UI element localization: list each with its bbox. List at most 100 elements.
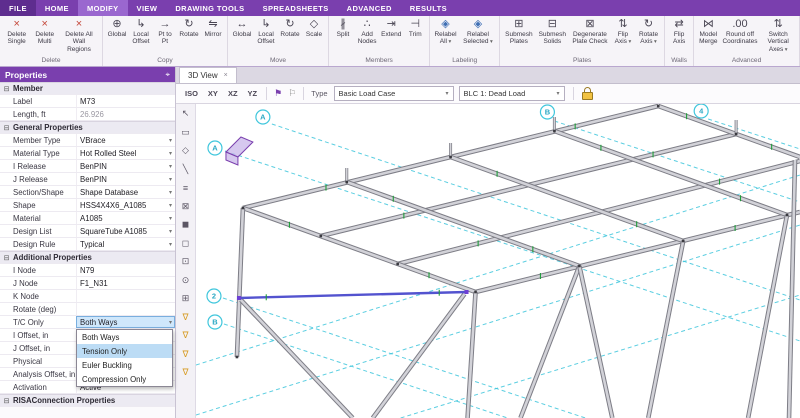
filter-walls[interactable]: ∇	[178, 347, 193, 362]
property-value-shape[interactable]: HSS4X4X6_A1085▾	[76, 199, 175, 211]
section-header-member[interactable]: ⊟Member	[0, 82, 175, 95]
unselect-all[interactable]: ◻	[178, 236, 193, 251]
section-expander-icon[interactable]: ⊟	[0, 397, 13, 405]
line-select[interactable]: ╲	[178, 162, 193, 177]
loads-display-flag-icon[interactable]: ⚑	[272, 88, 284, 99]
pin-icon[interactable]: ⌖	[165, 70, 170, 80]
property-value-material-type[interactable]: Hot Rolled Steel▾	[76, 147, 175, 159]
delete-single-button[interactable]: ×Delete Single	[2, 17, 31, 47]
rotate-axis-button[interactable]: ↻Rotate Axis ▾	[635, 17, 662, 47]
dropdown-caret-icon[interactable]: ▾	[169, 228, 175, 235]
ribbon-tab-advanced[interactable]: ADVANCED	[338, 0, 401, 16]
degenerate-plate-check-button[interactable]: ⊠Degenerate Plate Check	[569, 17, 611, 47]
property-value-design-list[interactable]: SquareTube A1085▾	[76, 225, 175, 237]
dropdown-caret-icon[interactable]: ▾	[169, 189, 175, 196]
section-expander-icon[interactable]: ⊟	[0, 124, 13, 132]
select-marked-lines[interactable]: ⊡	[178, 254, 193, 269]
flip-axis-button[interactable]: ⇄Flip Axis	[667, 17, 691, 47]
property-value-j-release[interactable]: BenPIN▾	[76, 173, 175, 185]
add-nodes-button[interactable]: ∴Add Nodes	[355, 17, 379, 47]
property-value-rotate-deg[interactable]	[76, 303, 175, 315]
box-select[interactable]: ▭	[178, 125, 193, 140]
filter-solids[interactable]: ∇	[178, 365, 193, 380]
dropdown-caret-icon[interactable]: ▾	[169, 202, 175, 209]
relabel-all-button[interactable]: ◈Relabel All ▾	[432, 17, 459, 47]
flip-axis-button[interactable]: ⇅Flip Axis ▾	[611, 17, 635, 47]
dropdown-option-tension-only[interactable]: Tension Only	[77, 344, 172, 358]
split-button[interactable]: ∦Split	[331, 17, 355, 39]
blc-combo[interactable]: BLC 1: Dead Load▾	[459, 86, 565, 101]
tab-3d-view[interactable]: 3D View ×	[179, 67, 237, 83]
extend-button[interactable]: ⇥Extend	[379, 17, 403, 39]
property-value-material[interactable]: A1085▾	[76, 212, 175, 224]
dropdown-caret-icon[interactable]: ▾	[169, 137, 175, 144]
property-value-k-node[interactable]	[76, 290, 175, 302]
dropdown-option-both-ways[interactable]: Both Ways	[77, 330, 172, 344]
property-value-i-node[interactable]: N79	[76, 264, 175, 276]
loads-outline-flag-icon[interactable]: ⚐	[286, 88, 298, 99]
dropdown-caret-icon[interactable]: ▾	[169, 176, 175, 183]
mirror-button[interactable]: ⇋Mirror	[201, 17, 225, 39]
model-scene[interactable]: AB4A2B	[196, 104, 800, 418]
dropdown-caret-icon[interactable]: ▾	[169, 319, 175, 326]
pt-to-pt-button[interactable]: →Pt to Pt	[153, 17, 177, 47]
section-header-risaconnection-properties[interactable]: ⊟RISAConnection Properties	[0, 394, 175, 407]
ribbon-tab-file[interactable]: FILE	[0, 0, 36, 16]
ribbon-tab-results[interactable]: RESULTS	[401, 0, 456, 16]
view-button-yz[interactable]: YZ	[244, 87, 262, 100]
rotate-button[interactable]: ↻Rotate	[278, 17, 302, 39]
section-expander-icon[interactable]: ⊟	[0, 254, 13, 262]
invert-selection[interactable]: ⊠	[178, 199, 193, 214]
dropdown-caret-icon[interactable]: ▾	[169, 241, 175, 248]
property-value-design-rule[interactable]: Typical▾	[76, 238, 175, 250]
select-all[interactable]: ◼	[178, 217, 193, 232]
polygon-select[interactable]: ◇	[178, 143, 193, 158]
global-button[interactable]: ⊕Global	[105, 17, 129, 39]
property-value-i-release[interactable]: BenPIN▾	[76, 160, 175, 172]
filter-members[interactable]: ∇	[178, 310, 193, 325]
relabel-selected-button[interactable]: ◈Relabel Selected ▾	[459, 17, 497, 47]
selected-member-m73[interactable]	[239, 290, 467, 301]
submesh-solids-button[interactable]: ⊟Submesh Solids	[536, 17, 569, 47]
load-type-combo[interactable]: Basic Load Case▾	[334, 86, 454, 101]
section-header-general-properties[interactable]: ⊟General Properties	[0, 121, 175, 134]
tc-only-dropdown[interactable]: Both WaysTension OnlyEuler BucklingCompr…	[76, 329, 173, 387]
property-value-label[interactable]: M73	[76, 95, 175, 107]
local-offset-button[interactable]: ↳Local Offset	[254, 17, 278, 47]
clip-plane-widget[interactable]	[226, 137, 253, 165]
delete-multi-button[interactable]: ×Delete Multi	[31, 17, 58, 47]
dropdown-caret-icon[interactable]: ▾	[169, 215, 175, 222]
model-merge-button[interactable]: ⋈Model Merge	[696, 17, 720, 47]
delete-all-wall-regions-button[interactable]: ×Delete All Wall Regions	[58, 17, 100, 54]
ribbon-tab-spreadsheets[interactable]: SPREADSHEETS	[254, 0, 338, 16]
section-expander-icon[interactable]: ⊟	[0, 85, 13, 93]
ribbon-tab-modify[interactable]: MODIFY	[78, 0, 128, 16]
switch-vertical-axes-button[interactable]: ⇅Switch Vertical Axes ▾	[759, 17, 797, 54]
local-offset-button[interactable]: ↳Local Offset	[129, 17, 153, 47]
canvas-3d[interactable]: AB4A2B	[196, 104, 800, 418]
frame-members[interactable]	[237, 106, 800, 418]
property-value-j-node[interactable]: F1_N31	[76, 277, 175, 289]
lock-icon[interactable]	[582, 87, 594, 100]
criteria-select[interactable]: ≡	[178, 180, 193, 195]
dropdown-option-euler-buckling[interactable]: Euler Buckling	[77, 358, 172, 372]
close-icon[interactable]: ×	[224, 72, 228, 79]
section-header-additional-properties[interactable]: ⊟Additional Properties	[0, 251, 175, 264]
lock-unselected[interactable]: ⊙	[178, 273, 193, 288]
dropdown-caret-icon[interactable]: ▾	[169, 163, 175, 170]
ribbon-tab-home[interactable]: HOME	[36, 0, 78, 16]
trim-button[interactable]: ⊣Trim	[403, 17, 427, 39]
round-off-coordinates-button[interactable]: .00Round off Coordinates	[721, 17, 760, 47]
submesh-plates-button[interactable]: ⊞Submesh Plates	[502, 17, 536, 47]
property-value-t-c-only[interactable]: Both Ways▾	[76, 316, 175, 328]
view-button-iso[interactable]: ISO	[181, 87, 202, 100]
view-button-xy[interactable]: XY	[204, 87, 222, 100]
ribbon-tab-view[interactable]: VIEW	[128, 0, 167, 16]
property-value-section-shape[interactable]: Shape Database▾	[76, 186, 175, 198]
dropdown-caret-icon[interactable]: ▾	[169, 150, 175, 157]
global-button[interactable]: ↔Global	[230, 17, 254, 39]
rotate-button[interactable]: ↻Rotate	[177, 17, 201, 39]
view-button-xz[interactable]: XZ	[224, 87, 242, 100]
select-pointer[interactable]: ↖	[178, 106, 193, 121]
graphic-editing-grid[interactable]: ⊞	[178, 291, 193, 306]
